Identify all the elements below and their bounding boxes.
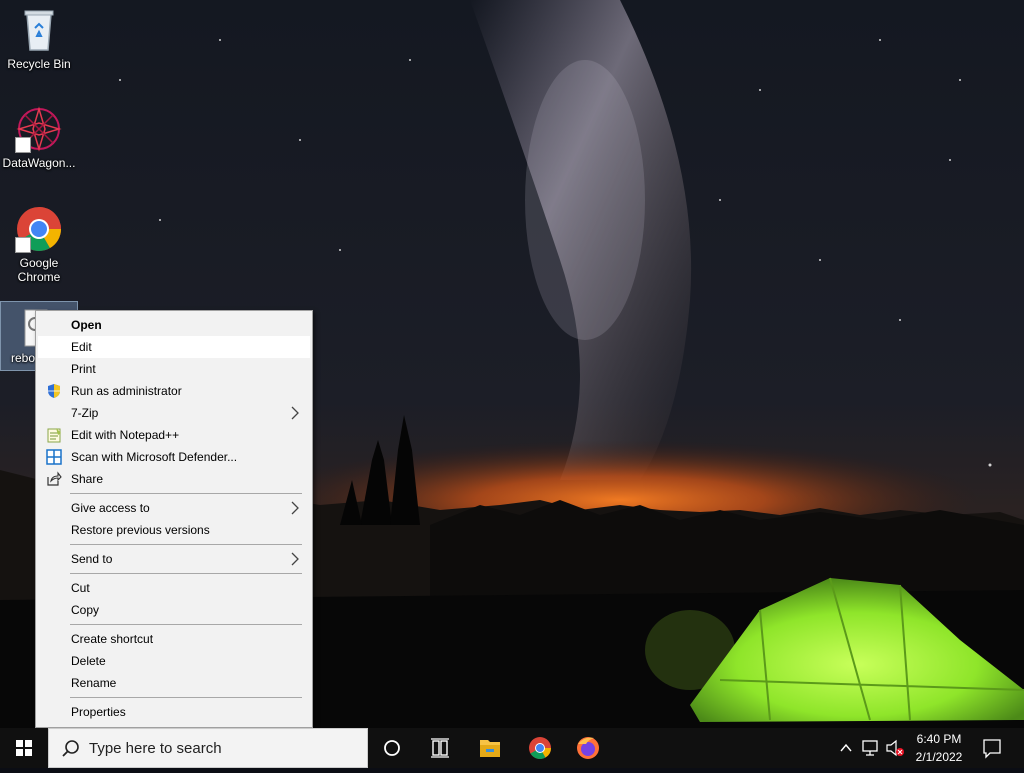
desktop-icon-recycle-bin[interactable]: Recycle Bin — [1, 6, 77, 76]
menu-item-properties[interactable]: Properties — [38, 701, 310, 723]
menu-item-label: 7-Zip — [71, 406, 99, 420]
chevron-right-icon — [290, 551, 300, 567]
menu-item-send-to[interactable]: Send to — [38, 548, 310, 570]
menu-separator — [70, 493, 302, 494]
taskbar-file-explorer[interactable] — [466, 728, 514, 768]
clock-time: 6:40 PM — [916, 732, 962, 746]
menu-separator — [70, 624, 302, 625]
menu-item-label: Properties — [71, 705, 126, 719]
defender-icon — [46, 449, 62, 465]
menu-item-label: Open — [71, 318, 102, 332]
desktop-icon-google-chrome[interactable]: Google Chrome — [1, 205, 77, 290]
search-placeholder: Type here to search — [89, 740, 222, 757]
notification-icon — [983, 739, 1001, 759]
clock-button[interactable]: 6:40 PM 2/1/2022 — [908, 728, 970, 768]
desktop-icon-datawagon[interactable]: DataWagon... — [1, 105, 77, 175]
volume-muted-icon — [886, 739, 904, 757]
menu-item-label: Create shortcut — [71, 632, 154, 646]
desktop-icon-label: Recycle Bin — [7, 57, 71, 71]
menu-item-label: Cut — [71, 581, 90, 595]
menu-item-label: Delete — [71, 654, 106, 668]
action-center-button[interactable] — [976, 728, 1024, 768]
menu-item-open[interactable]: Open — [38, 314, 310, 336]
menu-item-delete[interactable]: Delete — [38, 650, 310, 672]
chevron-up-icon — [840, 743, 852, 752]
menu-item-restore-previous-versions[interactable]: Restore previous versions — [38, 519, 310, 541]
notepad-plus-plus-icon — [46, 427, 62, 443]
menu-item-label: Edit with Notepad++ — [71, 428, 180, 442]
taskbar-firefox[interactable] — [564, 728, 612, 768]
chevron-right-icon — [290, 405, 300, 421]
menu-item-label: Print — [71, 362, 96, 376]
file-explorer-icon — [480, 740, 500, 757]
menu-item-rename[interactable]: Rename — [38, 672, 310, 694]
desktop[interactable]: Recycle Bin DataWagon... Google Chrome r… — [0, 0, 1024, 728]
volume-tray-button[interactable] — [884, 728, 906, 768]
menu-item-share[interactable]: Share — [38, 468, 310, 490]
shortcut-arrow-icon — [15, 237, 31, 253]
cortana-button[interactable] — [368, 728, 416, 768]
menu-item-label: Edit — [71, 340, 92, 354]
datawagon-icon — [15, 105, 63, 153]
uac-shield-icon — [46, 383, 62, 399]
desktop-icon-label: DataWagon... — [2, 156, 76, 170]
windows-start-icon — [16, 740, 32, 756]
taskbar: Type here to search 6:40 PM 2/1/2022 — [0, 728, 1024, 768]
menu-item-label: Copy — [71, 603, 100, 617]
menu-item-label: Give access to — [71, 501, 150, 515]
menu-item-label: Rename — [71, 676, 117, 690]
task-view-icon — [431, 738, 449, 758]
network-icon — [862, 740, 878, 756]
context-menu: Open Edit Print Run as administrator 7-Z… — [35, 310, 313, 728]
menu-item-label: Send to — [71, 552, 113, 566]
shortcut-arrow-icon — [15, 137, 31, 153]
start-button[interactable] — [0, 728, 48, 768]
desktop-icon-label: Google Chrome — [17, 256, 61, 284]
menu-item-print[interactable]: Print — [38, 358, 310, 380]
chevron-right-icon — [290, 500, 300, 516]
menu-item-run-as-administrator[interactable]: Run as administrator — [38, 380, 310, 402]
menu-item-copy[interactable]: Copy — [38, 599, 310, 621]
menu-item-scan-with-defender[interactable]: Scan with Microsoft Defender... — [38, 446, 310, 468]
menu-item-label: Scan with Microsoft Defender... — [71, 450, 238, 464]
menu-item-label: Restore previous versions — [71, 523, 210, 537]
menu-item-edit-with-notepad-plus-plus[interactable]: Edit with Notepad++ — [38, 424, 310, 446]
taskbar-search-box[interactable]: Type here to search — [48, 728, 368, 768]
network-tray-button[interactable] — [860, 728, 882, 768]
menu-item-label: Run as administrator — [71, 384, 182, 398]
recycle-bin-icon — [15, 6, 63, 54]
firefox-icon — [577, 737, 599, 759]
menu-item-label: Share — [71, 472, 104, 486]
taskbar-chrome[interactable] — [516, 728, 564, 768]
menu-item-create-shortcut[interactable]: Create shortcut — [38, 628, 310, 650]
cortana-icon — [384, 740, 400, 756]
clock-date: 2/1/2022 — [915, 750, 963, 764]
menu-separator — [70, 544, 302, 545]
show-hidden-icons-button[interactable] — [836, 728, 856, 768]
search-icon — [62, 740, 79, 757]
menu-item-give-access-to[interactable]: Give access to — [38, 497, 310, 519]
menu-item-7-zip[interactable]: 7-Zip — [38, 402, 310, 424]
menu-separator — [70, 573, 302, 574]
chrome-icon — [529, 737, 551, 759]
menu-item-cut[interactable]: Cut — [38, 577, 310, 599]
menu-item-edit[interactable]: Edit — [38, 336, 310, 358]
chrome-icon — [15, 205, 63, 253]
share-icon — [46, 471, 62, 487]
menu-separator — [70, 697, 302, 698]
task-view-button[interactable] — [416, 728, 464, 768]
